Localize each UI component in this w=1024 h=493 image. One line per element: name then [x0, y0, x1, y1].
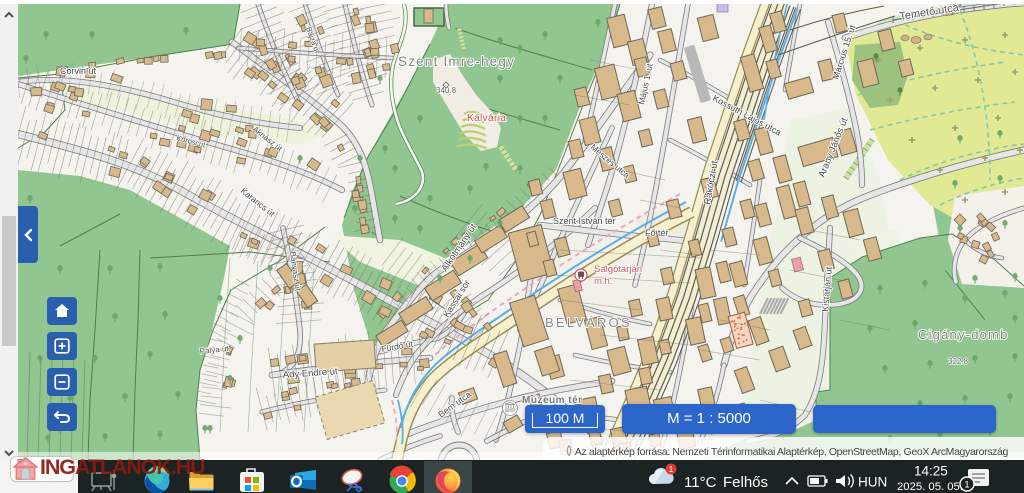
svg-text:Salgótarján: Salgótarján: [594, 264, 642, 275]
svg-text:Corvin út: Corvin út: [60, 66, 97, 76]
svg-text:Felhős: Felhős: [723, 474, 768, 491]
svg-text:322.8: 322.8: [948, 357, 969, 366]
svg-text:Szent Imre-hegy: Szent Imre-hegy: [398, 54, 515, 69]
svg-text:2025. 05. 05.: 2025. 05. 05.: [897, 481, 963, 493]
svg-text:Kálvária: Kálvária: [467, 113, 506, 124]
svg-text:m.h.: m.h.: [594, 276, 612, 287]
svg-text:Szent István tér: Szent István tér: [553, 216, 616, 226]
svg-text:HUN: HUN: [858, 475, 887, 490]
svg-text:Fő tér: Fő tér: [645, 228, 669, 238]
svg-text:BELVÁROS: BELVÁROS: [545, 315, 632, 330]
svg-text:1: 1: [964, 480, 969, 491]
svg-text:Cigány-domb: Cigány-domb: [918, 327, 1009, 342]
svg-text:14:25: 14:25: [914, 464, 948, 479]
svg-text:11°C: 11°C: [684, 474, 717, 491]
svg-text:1: 1: [669, 464, 674, 474]
